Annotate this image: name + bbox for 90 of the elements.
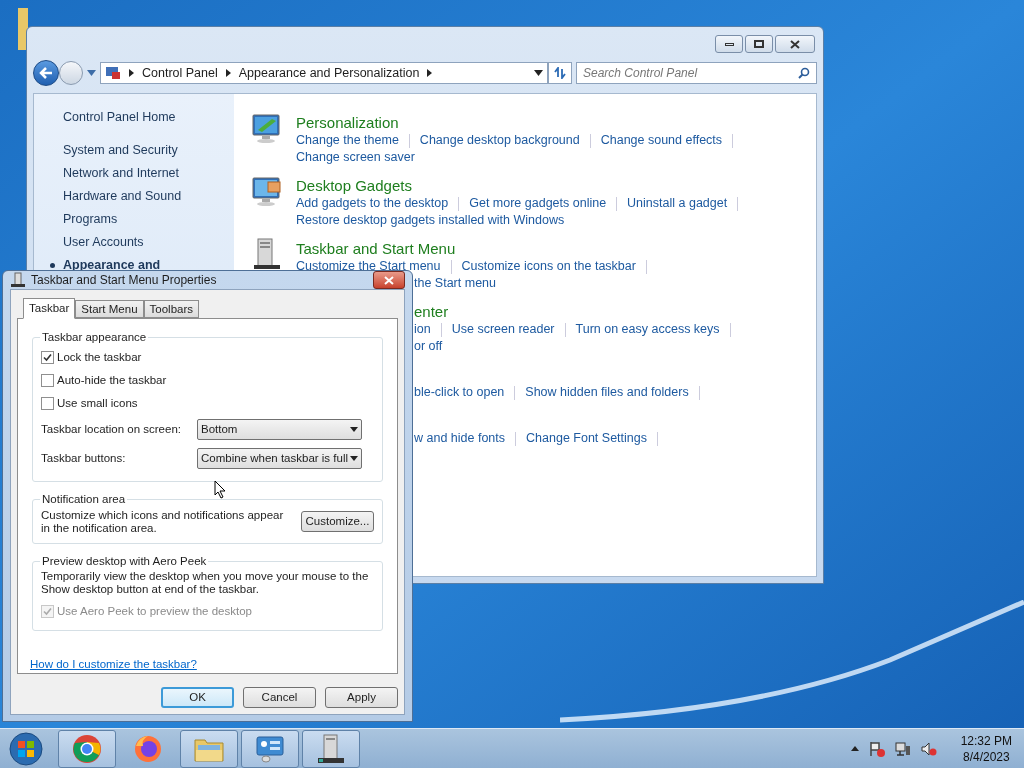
control-panel-icon bbox=[105, 66, 121, 80]
customize-button[interactable]: Customize... bbox=[301, 511, 374, 532]
dialog-button[interactable]: Apply bbox=[325, 687, 398, 709]
taskbar-button[interactable] bbox=[302, 729, 360, 768]
checkbox-label: Auto-hide the taskbar bbox=[57, 373, 167, 389]
checkbox-label: Lock the taskbar bbox=[57, 350, 142, 366]
close-button[interactable] bbox=[373, 271, 405, 289]
task-link[interactable]: Change desktop background bbox=[419, 131, 580, 150]
control-panel-icon bbox=[254, 733, 286, 764]
task-link[interactable]: Uninstall a gadget bbox=[627, 194, 728, 213]
monitor-gadget-icon bbox=[252, 175, 282, 207]
chrome-icon bbox=[72, 733, 102, 764]
task-link[interactable]: Change screen saver bbox=[296, 148, 415, 167]
dropdown-caret-icon bbox=[350, 456, 358, 462]
description-text: Customize which icons and notifications appear in the notification area. bbox=[41, 508, 285, 535]
field-label: Taskbar location on screen: bbox=[41, 422, 182, 438]
clock-time: 12:32 PM bbox=[960, 732, 1012, 749]
breadcrumb[interactable]: Appearance and Personalization bbox=[238, 63, 420, 83]
task-link[interactable]: Turn on easy access keys bbox=[575, 320, 720, 339]
dialog-button[interactable]: OK bbox=[161, 687, 234, 709]
field-label: Taskbar buttons: bbox=[41, 451, 127, 467]
checkbox-label: Use Aero Peek to preview the desktop bbox=[57, 603, 252, 619]
dropdown-caret-icon bbox=[87, 70, 96, 76]
group-heading: Preview desktop with Aero Peek bbox=[41, 553, 208, 569]
dialog-button[interactable]: Cancel bbox=[243, 687, 316, 709]
checkbox[interactable] bbox=[41, 397, 54, 411]
tab[interactable]: Toolbars bbox=[143, 300, 199, 318]
task-link[interactable]: the Start menu bbox=[414, 274, 496, 293]
task-link[interactable]: Get more gadgets online bbox=[469, 194, 607, 213]
category-heading[interactable]: Taskbar and Start Menu bbox=[296, 238, 456, 261]
task-link[interactable]: ble-click to open bbox=[414, 383, 505, 402]
search-field[interactable]: Search Control Panel bbox=[576, 62, 817, 84]
help-link[interactable]: How do I customize the taskbar? bbox=[30, 658, 197, 670]
group-heading: Notification area bbox=[41, 492, 127, 508]
checkbox[interactable] bbox=[41, 374, 54, 388]
search-input[interactable]: Search Control Panel bbox=[583, 64, 798, 82]
task-link[interactable]: Restore desktop gadgets installed with Windows bbox=[296, 211, 565, 230]
windows-logo-icon bbox=[9, 731, 43, 766]
tower-computer-icon bbox=[252, 238, 282, 270]
nav-link[interactable]: Hardware and Sound bbox=[63, 187, 182, 206]
task-link[interactable]: Show hidden files and folders bbox=[525, 383, 689, 402]
tab[interactable]: Taskbar bbox=[23, 298, 76, 319]
close-icon bbox=[790, 39, 800, 49]
tower-computer-icon bbox=[315, 733, 347, 764]
nav-link[interactable]: Network and Internet bbox=[63, 164, 180, 183]
task-link[interactable]: Use screen reader bbox=[451, 320, 555, 339]
chevron-right-icon bbox=[129, 69, 134, 77]
dropdown[interactable]: Bottom bbox=[197, 419, 362, 441]
nav-link[interactable]: System and Security bbox=[63, 141, 178, 160]
description-text: Temporarily view the desktop when you move your mouse to the Show desktop button at end of the taskbar. bbox=[41, 569, 370, 596]
group-heading: Taskbar appearance bbox=[41, 330, 148, 345]
back-arrow-icon bbox=[39, 67, 53, 79]
tower-computer-icon bbox=[10, 272, 26, 288]
tab[interactable]: Start Menu bbox=[75, 300, 144, 318]
caret-up-icon bbox=[850, 746, 859, 751]
network-icon bbox=[894, 740, 911, 757]
monitor-brush-icon bbox=[252, 112, 282, 144]
chevron-right-icon bbox=[225, 69, 231, 77]
speaker-muted-icon bbox=[920, 740, 937, 757]
firefox-icon bbox=[133, 733, 163, 764]
task-link[interactable]: or off bbox=[414, 337, 443, 356]
search-icon bbox=[798, 67, 810, 79]
flag-error-icon bbox=[868, 740, 885, 757]
refresh-button[interactable] bbox=[548, 62, 572, 84]
bullet-icon bbox=[50, 263, 55, 268]
chevron-right-icon bbox=[427, 69, 433, 77]
task-link[interactable]: w and hide fonts bbox=[414, 429, 506, 448]
close-button[interactable] bbox=[775, 35, 815, 53]
close-icon bbox=[384, 275, 394, 285]
window-title: Taskbar and Start Menu Properties bbox=[31, 272, 218, 289]
back-button[interactable] bbox=[33, 60, 59, 86]
maximize-button[interactable] bbox=[745, 35, 773, 53]
start-button[interactable] bbox=[6, 729, 46, 768]
mouse-cursor-icon bbox=[214, 480, 226, 499]
dropdown-caret-icon bbox=[534, 70, 543, 76]
checkbox-label: Use small icons bbox=[57, 396, 138, 412]
checkbox[interactable] bbox=[41, 351, 54, 365]
task-link[interactable]: Change Font Settings bbox=[526, 429, 647, 448]
nav-link[interactable]: Control Panel Home bbox=[63, 108, 176, 127]
task-link[interactable]: Change sound effects bbox=[600, 131, 723, 150]
nav-link[interactable]: Programs bbox=[63, 210, 118, 229]
minimize-button[interactable] bbox=[715, 35, 743, 53]
dropdown-caret-icon bbox=[350, 427, 358, 433]
breadcrumb[interactable]: Control Panel bbox=[142, 63, 218, 83]
task-link[interactable]: Customize icons on the taskbar bbox=[461, 257, 636, 276]
clock-date: 8/4/2023 bbox=[962, 748, 1010, 765]
nav-link[interactable]: User Accounts bbox=[63, 233, 144, 252]
dropdown[interactable]: Combine when taskbar is full bbox=[197, 448, 362, 470]
refresh-arrows-icon bbox=[553, 67, 567, 79]
address-bar[interactable]: Control Panel Appearance and Personalization bbox=[100, 62, 548, 84]
